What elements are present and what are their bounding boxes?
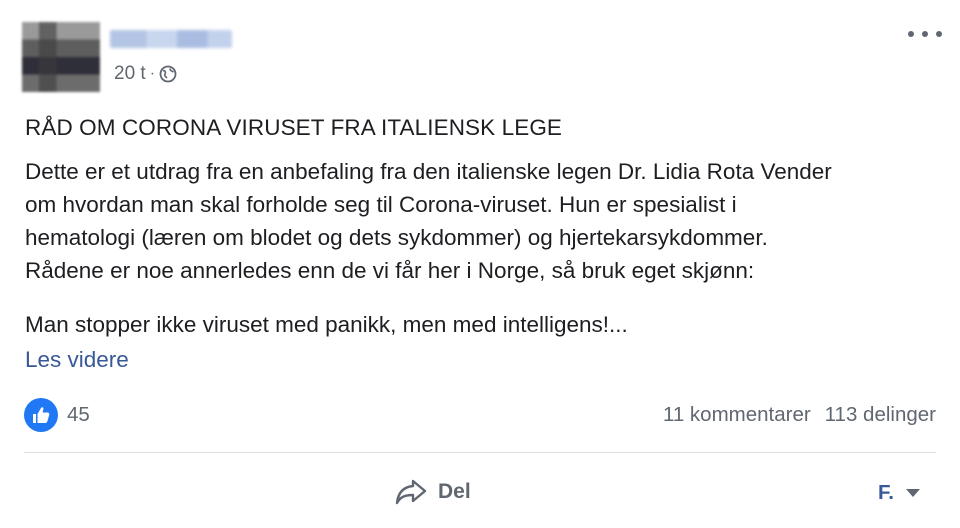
post-meta: 20 t ·	[114, 62, 177, 86]
post-body-line: om hvordan man skal forholde seg til Cor…	[25, 192, 737, 217]
caret-down-icon	[906, 489, 920, 497]
post-body-line: Rådene er noe annerledes enn de vi får h…	[25, 258, 755, 283]
like-icon[interactable]	[24, 398, 58, 432]
divider	[24, 452, 936, 453]
read-more-link[interactable]: Les videre	[25, 347, 129, 373]
more-options-icon[interactable]	[908, 24, 942, 44]
account-label: F.	[878, 481, 894, 504]
post-body: Dette er et utdrag fra en anbefaling fra…	[25, 155, 945, 287]
post-stats: 11 kommentarer 113 delinger	[663, 403, 936, 427]
account-switcher[interactable]: F.	[878, 478, 920, 508]
globe-icon[interactable]	[159, 65, 177, 83]
comments-count[interactable]: 11 kommentarer	[663, 403, 811, 427]
post-body-line: hematologi (læren om blodet og dets sykd…	[25, 225, 768, 250]
facebook-post: 20 t · RÅD OM CORONA VIRUSET FRA ITALIEN…	[0, 0, 960, 528]
author-name-blurred[interactable]	[110, 30, 232, 48]
post-title: RÅD OM CORONA VIRUSET FRA ITALIENSK LEGE	[25, 115, 563, 140]
meta-separator: ·	[149, 65, 156, 82]
shares-count[interactable]: 113 delinger	[825, 403, 936, 427]
avatar[interactable]	[22, 22, 100, 92]
post-body-line: Dette er et utdrag fra en anbefaling fra…	[25, 159, 832, 184]
share-arrow-icon	[394, 478, 428, 506]
post-body-second-paragraph: Man stopper ikke viruset med panikk, men…	[25, 312, 628, 337]
share-label: Del	[438, 480, 471, 503]
post-time[interactable]: 20 t	[114, 63, 146, 85]
like-count[interactable]: 45	[67, 403, 90, 427]
share-button[interactable]: Del	[394, 474, 471, 510]
